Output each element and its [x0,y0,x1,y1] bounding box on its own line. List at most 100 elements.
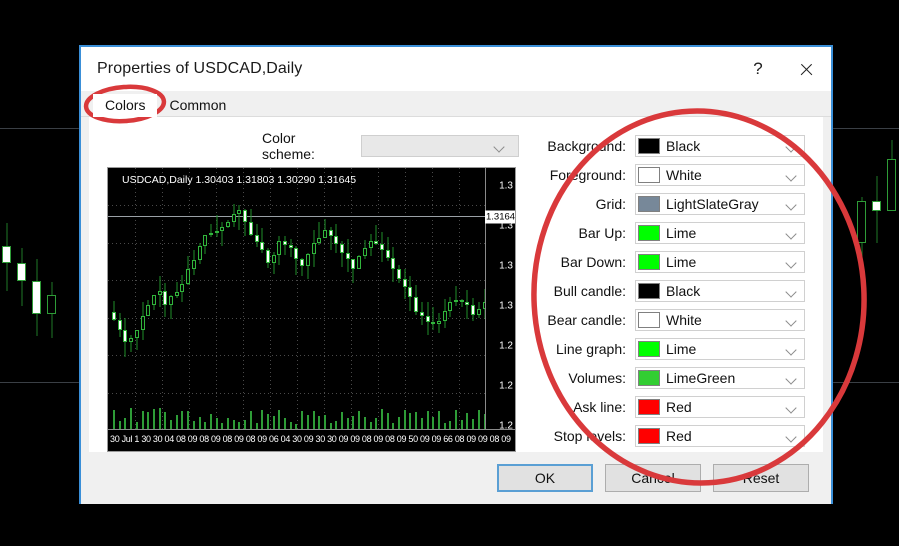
price-axis-tick: 1.3 [499,180,513,192]
candlestick [369,233,374,257]
color-combobox[interactable]: LimeGreen [635,367,805,389]
color-combobox[interactable]: Lime [635,222,805,244]
candlestick [232,203,237,227]
candlestick [443,298,448,328]
candle-body [32,281,41,314]
candle-body [277,241,282,256]
color-row: Bar Up: Lime [523,222,805,244]
color-swatch [638,428,660,444]
ok-button[interactable]: OK [497,464,593,492]
color-combobox[interactable]: Red [635,396,805,418]
candle-body [346,253,351,260]
chevron-down-icon [787,200,796,209]
color-row: Foreground: White [523,164,805,186]
color-value-label: Lime [666,254,697,270]
candle-body [306,253,311,267]
volume-bar [478,409,480,429]
volume-bar [438,410,440,429]
candle-body [397,269,402,279]
color-scheme-select[interactable] [361,135,519,157]
help-icon[interactable]: ? [735,47,781,91]
color-scheme-row: Color scheme: [107,130,519,162]
volume-bar [307,414,309,429]
chevron-down-icon [787,316,796,325]
chevron-down-icon [495,142,504,151]
color-value-label: Red [666,428,692,444]
chevron-down-icon [787,345,796,354]
color-value-label: White [666,167,702,183]
volume-bar [375,418,377,429]
volume-bar [381,409,383,429]
volume-bar [455,409,457,429]
tab-common[interactable]: Common [157,94,238,117]
close-icon[interactable] [781,47,831,91]
preview-column: Color scheme: USDCAD,Daily 1.30403 1.318… [89,117,519,452]
candle-body [334,236,339,244]
candlestick [135,329,140,351]
candlestick [215,214,220,237]
candle-body [272,255,277,264]
volume-bar [449,420,451,429]
volume-bar [216,418,218,429]
candle-body [198,245,203,260]
chart-preview-time-labels: 30 Jul 1 30 30 04 08 09 08 09 08 09 08 0… [110,434,511,444]
candlestick [351,259,356,283]
color-combobox[interactable]: Black [635,135,805,157]
volume-bar [284,417,286,429]
volume-bar [273,416,275,429]
volume-bar [170,419,172,429]
volume-bar [398,416,400,429]
candle-body [312,243,317,254]
color-combobox[interactable]: White [635,164,805,186]
candle-body [300,259,305,267]
candlestick [312,229,317,268]
candle-body [129,338,134,342]
candlestick [2,223,11,291]
candlestick [887,140,896,212]
color-combobox[interactable]: Lime [635,251,805,273]
candlestick [180,274,185,303]
gridline [216,168,217,429]
candle-body [175,291,180,296]
candle-body [437,320,442,325]
candlestick [437,312,442,334]
volume-bar [119,421,121,429]
volume-bar [313,410,315,429]
candle-body [169,296,174,305]
cancel-button[interactable]: Cancel [605,464,701,492]
screen: Properties of USDCAD,Daily ? Colors Comm… [0,0,899,546]
candlestick [47,282,56,339]
color-swatch [638,399,660,415]
color-combobox[interactable]: Red [635,425,805,447]
volume-bar [421,418,423,429]
volume-bar [324,414,326,429]
volume-bar [461,420,463,429]
color-swatch [638,370,660,386]
reset-button[interactable]: Reset [713,464,809,492]
candlestick [420,301,425,326]
volume-bar [147,412,149,429]
candle-body [209,233,214,236]
candle-body [266,250,271,264]
color-combobox[interactable]: White [635,309,805,331]
candle-body [215,230,220,234]
gridline [432,168,433,429]
dialog-body: Color scheme: USDCAD,Daily 1.30403 1.318… [89,117,823,452]
colors-panel: Background: Black Foreground: White Grid: Lig… [519,117,823,452]
color-combobox[interactable]: LightSlateGray [635,193,805,215]
volume-bar [164,411,166,429]
candlestick [426,301,431,336]
color-row: Stop levels: Red [523,425,805,447]
color-value-label: Black [666,138,701,154]
candle-body [186,269,191,284]
candle-body [226,222,231,227]
volume-bar [176,415,178,429]
tab-colors[interactable]: Colors [93,94,158,117]
candle-body [386,249,391,258]
candlestick [17,247,26,307]
color-combobox[interactable]: Black [635,280,805,302]
candle-body [363,248,368,256]
candle-body [237,209,242,215]
color-combobox[interactable]: Lime [635,338,805,360]
candlestick [317,222,322,245]
